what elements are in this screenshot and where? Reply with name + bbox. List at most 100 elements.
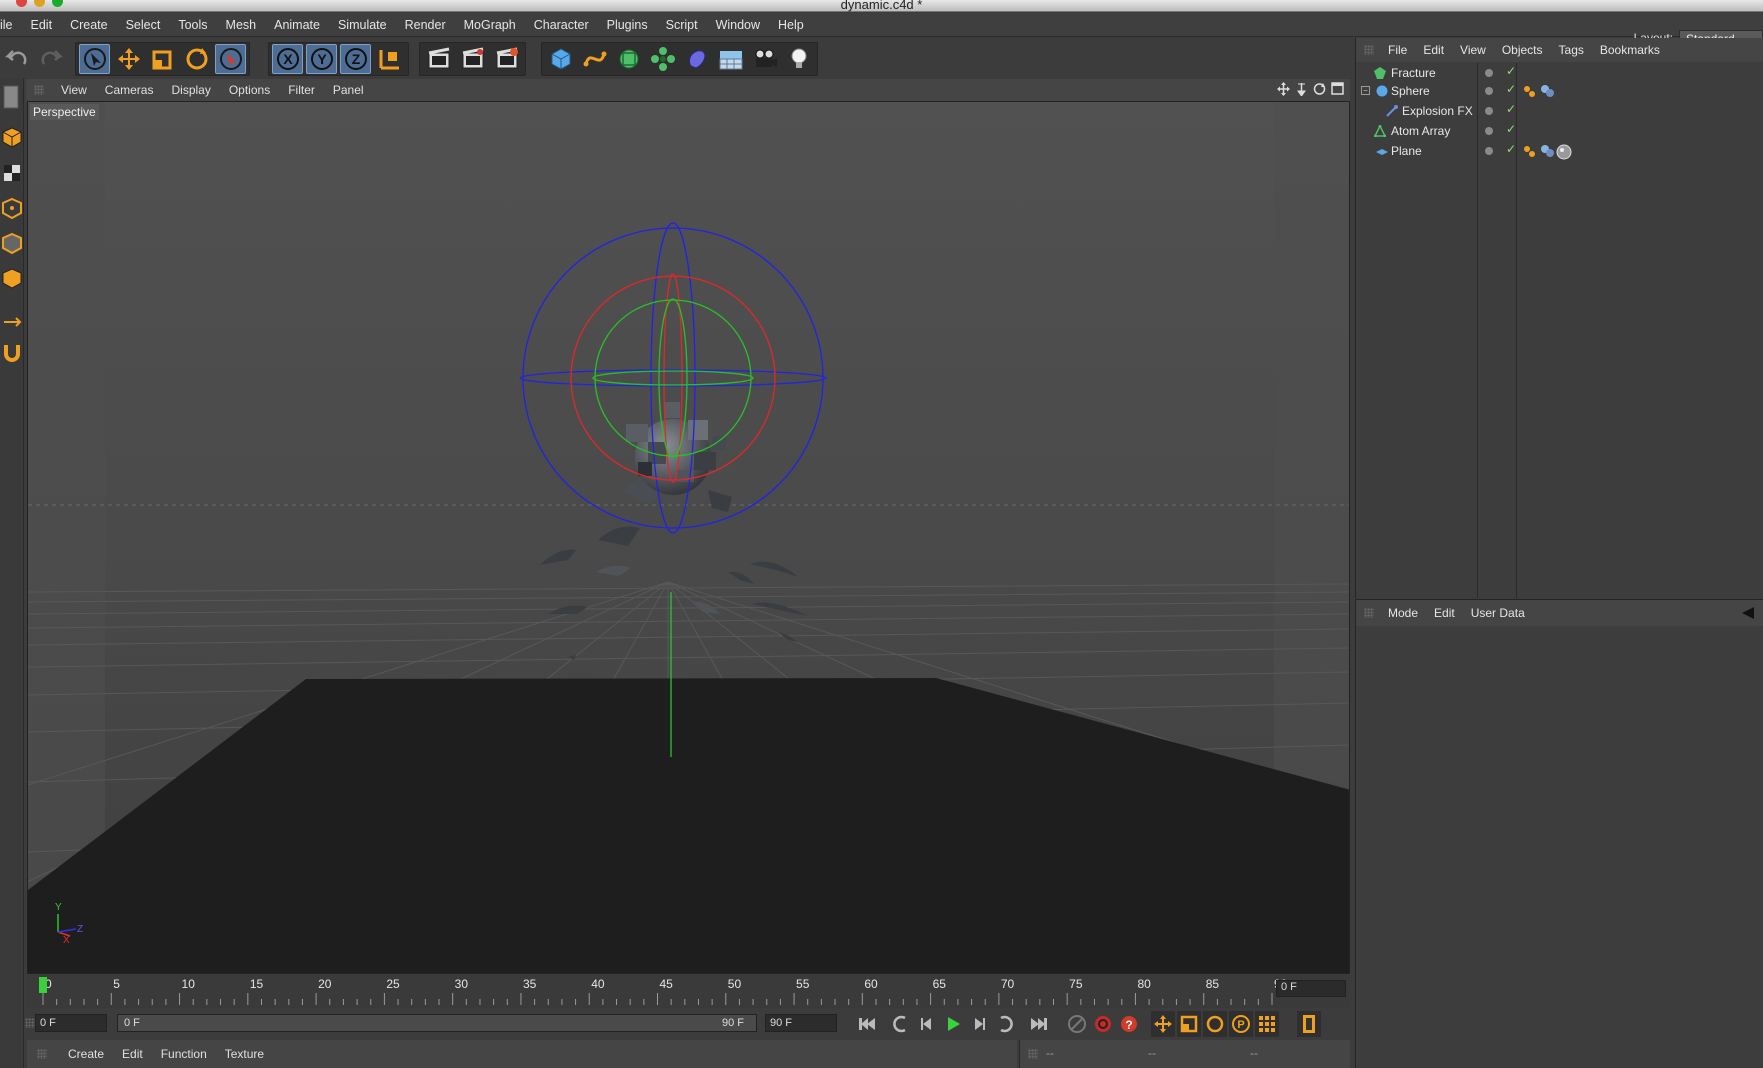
material-menu-edit[interactable]: Edit (113, 1047, 152, 1061)
attributes-menu-mode[interactable]: Mode (1380, 606, 1426, 620)
axis-mode-icon[interactable] (0, 303, 23, 333)
visibility-dot-icon[interactable] (1485, 147, 1493, 155)
material-menu-create[interactable]: Create (59, 1047, 113, 1061)
objects-menu-edit[interactable]: Edit (1415, 43, 1452, 57)
material-tag-icon[interactable] (1540, 144, 1554, 158)
collapse-toggle-icon[interactable]: − (1361, 86, 1370, 95)
object-name[interactable]: Explosion FX (1402, 104, 1473, 118)
redo-icon[interactable] (35, 44, 66, 74)
model-mode-icon[interactable] (0, 122, 23, 152)
previous-frame-icon[interactable] (915, 1011, 939, 1037)
floor-environment-icon[interactable] (715, 44, 746, 74)
menu-select[interactable]: Select (117, 18, 170, 32)
visibility-dot-icon[interactable] (1485, 87, 1493, 95)
camera-icon[interactable] (749, 44, 780, 74)
points-mode-icon[interactable] (0, 193, 23, 223)
rigid-body-tag-icon[interactable] (1522, 84, 1536, 98)
menu-script[interactable]: Script (657, 18, 707, 32)
start-frame-field[interactable]: 0 F (35, 1014, 107, 1032)
object-row-explosion-fx[interactable]: Explosion FX ✓ (1356, 101, 1763, 121)
menu-mesh[interactable]: Mesh (217, 18, 266, 32)
menu-character[interactable]: Character (525, 18, 598, 32)
edges-mode-icon[interactable] (0, 228, 23, 258)
rotate-view-icon[interactable] (1313, 82, 1326, 99)
objects-menu-objects[interactable]: Objects (1494, 43, 1551, 57)
subdivision-surface-icon[interactable] (613, 44, 644, 74)
pan-view-icon[interactable] (1277, 82, 1290, 99)
undo-icon[interactable] (1, 44, 32, 74)
go-to-end-icon[interactable] (1027, 1011, 1051, 1037)
scale-icon[interactable] (147, 44, 178, 74)
live-selection-icon[interactable] (79, 44, 110, 74)
make-editable-icon[interactable] (0, 82, 23, 112)
viewport-menu-cameras[interactable]: Cameras (96, 83, 163, 97)
object-row-atom-array[interactable]: Atom Array ✓ (1356, 121, 1763, 141)
viewport-menu-display[interactable]: Display (162, 83, 219, 97)
playhead-marker[interactable] (39, 977, 47, 993)
objects-menu-bookmarks[interactable]: Bookmarks (1592, 43, 1668, 57)
object-name[interactable]: Sphere (1391, 84, 1430, 98)
end-frame-field[interactable]: 90 F (765, 1014, 837, 1032)
menu-file[interactable]: ile (0, 18, 22, 32)
menu-simulate[interactable]: Simulate (329, 18, 396, 32)
autokeying-icon[interactable] (1091, 1011, 1115, 1037)
menu-plugins[interactable]: Plugins (598, 18, 657, 32)
phong-tag-icon[interactable] (1556, 144, 1572, 160)
attributes-menu-user-data[interactable]: User Data (1463, 606, 1533, 620)
toggle-view-layout-icon[interactable] (1331, 82, 1344, 99)
array-generator-icon[interactable] (647, 44, 678, 74)
coord-field-3[interactable]: -- (1250, 1046, 1258, 1060)
x-axis-lock-icon[interactable]: X (272, 44, 303, 74)
cube-primitive-icon[interactable] (545, 44, 576, 74)
go-to-start-icon[interactable] (855, 1011, 879, 1037)
menu-animate[interactable]: Animate (265, 18, 329, 32)
viewport-menu-options[interactable]: Options (220, 83, 279, 97)
texture-mode-icon[interactable] (0, 158, 23, 188)
perspective-viewport[interactable]: Y X Z Perspective (27, 101, 1350, 974)
play-forward-icon[interactable] (941, 1011, 965, 1037)
material-tag-icon[interactable] (1540, 84, 1554, 98)
deformer-icon[interactable] (681, 44, 712, 74)
dolly-view-icon[interactable] (1295, 82, 1308, 99)
rotate-icon[interactable] (181, 44, 212, 74)
enabled-check-icon[interactable]: ✓ (1506, 142, 1516, 156)
key-point-level-icon[interactable] (1255, 1011, 1279, 1037)
previous-keyframe-icon[interactable] (889, 1011, 913, 1037)
key-position-icon[interactable] (1151, 1011, 1175, 1037)
viewport-menu-filter[interactable]: Filter (279, 83, 324, 97)
viewport-menu-view[interactable]: View (52, 83, 96, 97)
key-scale-icon[interactable] (1177, 1011, 1201, 1037)
key-parameter-icon[interactable]: P (1229, 1011, 1253, 1037)
move-icon[interactable] (113, 44, 144, 74)
magnet-icon[interactable] (0, 337, 23, 367)
object-name[interactable]: Atom Array (1391, 124, 1450, 138)
viewport-menu-panel[interactable]: Panel (324, 83, 373, 97)
visibility-dot-icon[interactable] (1485, 69, 1493, 77)
menu-create[interactable]: Create (61, 18, 117, 32)
objects-menu-view[interactable]: View (1452, 43, 1494, 57)
coord-field-2[interactable]: -- (1148, 1046, 1156, 1060)
coordinate-system-icon[interactable] (374, 44, 405, 74)
objects-menu-tags[interactable]: Tags (1551, 43, 1592, 57)
collider-body-tag-icon[interactable] (1522, 144, 1536, 158)
current-frame-field[interactable]: 0 F (1276, 980, 1346, 997)
light-icon[interactable] (783, 44, 814, 74)
visibility-dot-icon[interactable] (1485, 107, 1493, 115)
scheme-settings-icon[interactable] (1297, 1011, 1321, 1037)
menu-mograph[interactable]: MoGraph (455, 18, 525, 32)
viewport-camera-label[interactable]: Perspective (30, 104, 99, 120)
object-row-sphere[interactable]: − Sphere ✓ (1356, 81, 1763, 101)
menu-help[interactable]: Help (769, 18, 813, 32)
z-axis-lock-icon[interactable]: Z (340, 44, 371, 74)
recent-tool-icon[interactable] (215, 44, 246, 74)
enabled-check-icon[interactable]: ✓ (1506, 64, 1516, 78)
enabled-check-icon[interactable]: ✓ (1506, 82, 1516, 96)
menu-render[interactable]: Render (396, 18, 455, 32)
enabled-check-icon[interactable]: ✓ (1506, 122, 1516, 136)
menu-tools[interactable]: Tools (169, 18, 216, 32)
render-picture-viewer-icon[interactable] (457, 44, 488, 74)
key-rotation-icon[interactable] (1203, 1011, 1227, 1037)
material-menu-function[interactable]: Function (152, 1047, 216, 1061)
back-arrow-icon[interactable] (1742, 607, 1758, 622)
polygons-mode-icon[interactable] (0, 263, 23, 293)
